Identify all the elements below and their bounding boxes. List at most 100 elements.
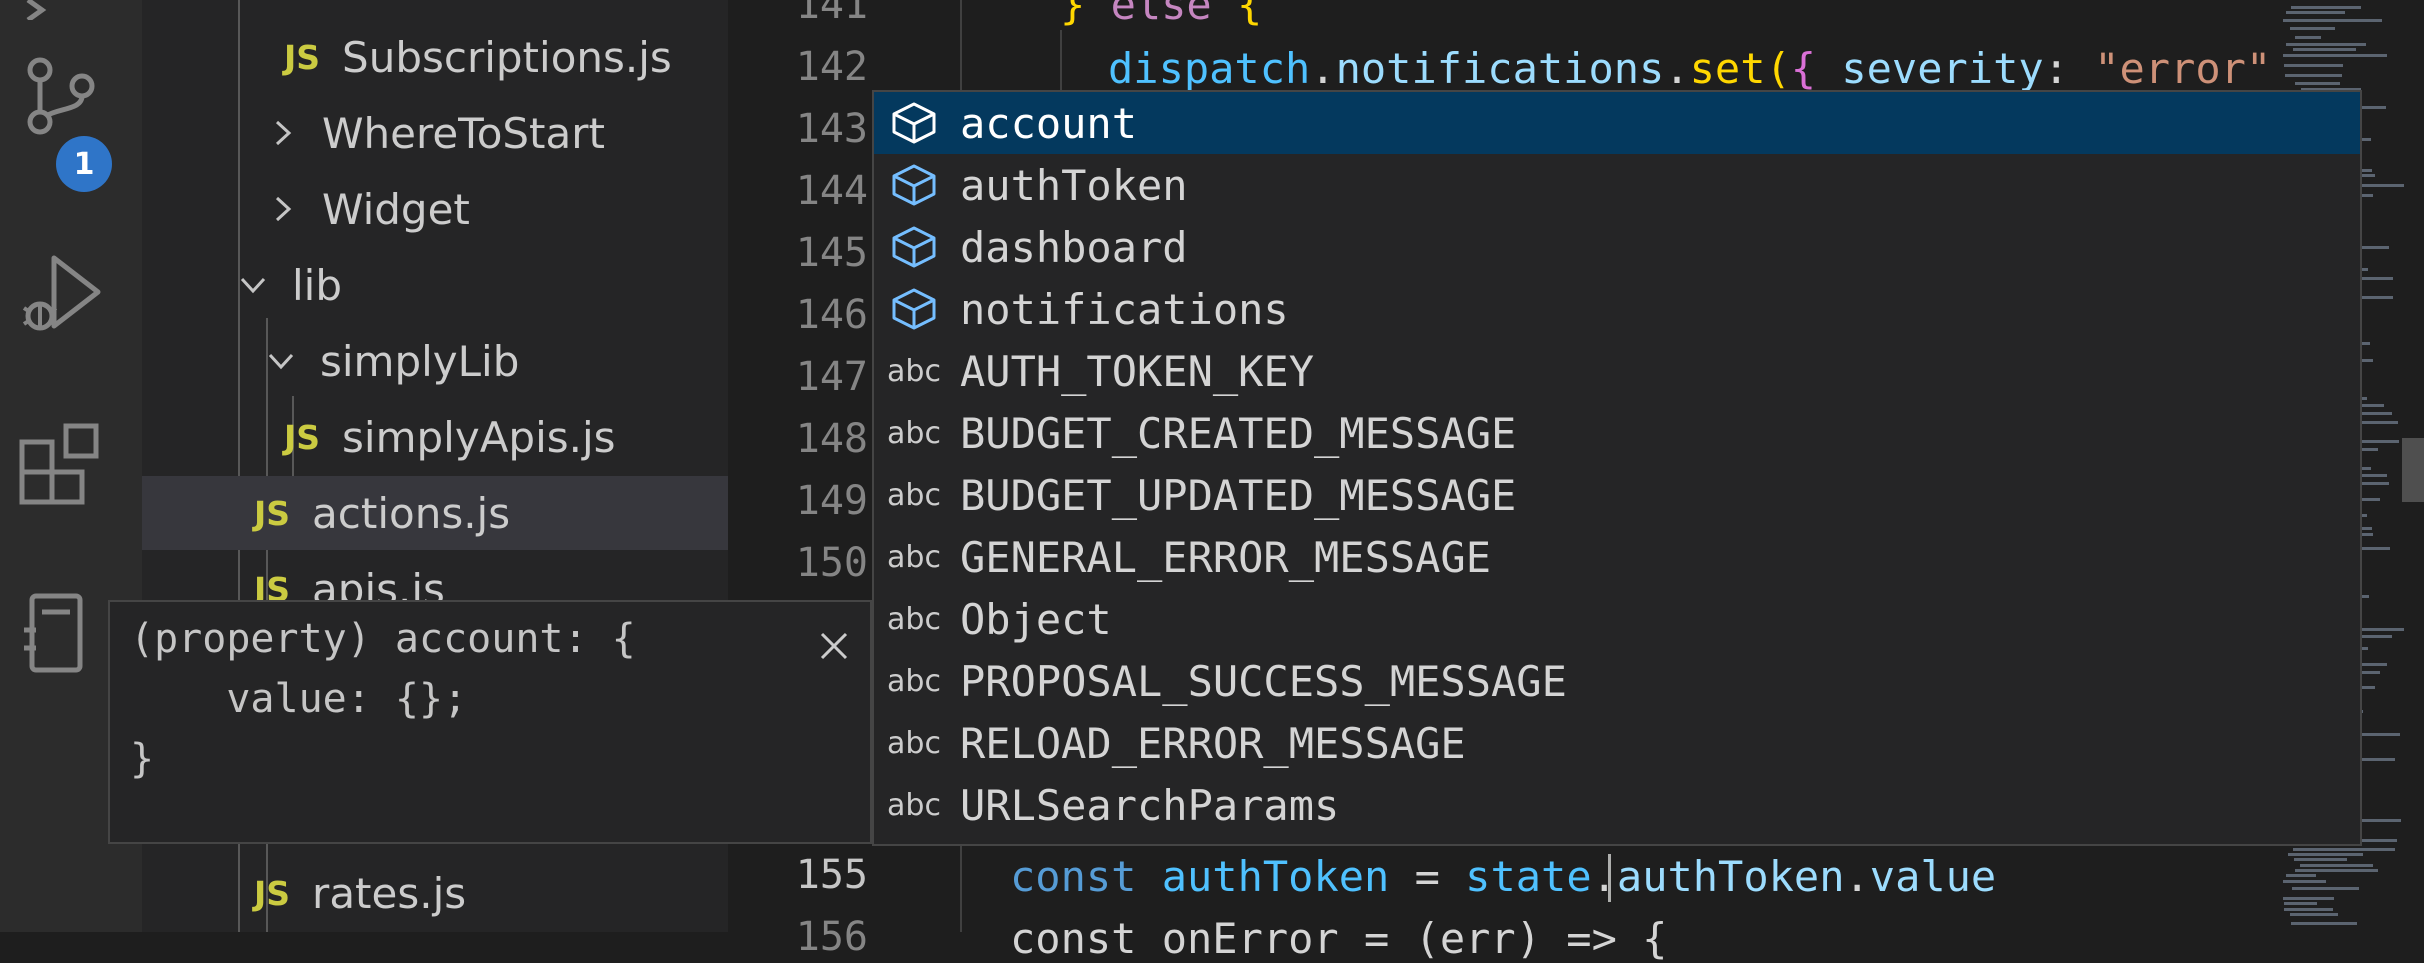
code-line-155: const authToken = state.authToken.value <box>1010 852 1997 901</box>
tree-label: Widget <box>322 184 470 234</box>
tree-folder-lib[interactable]: lib <box>142 248 728 322</box>
symbol-property-icon <box>886 287 942 331</box>
run-debug-icon[interactable] <box>18 250 104 336</box>
line-number: 149 <box>795 478 868 524</box>
source-control-icon[interactable] <box>18 52 104 138</box>
minimap-line <box>2291 6 2361 9</box>
minimap-line <box>2295 82 2340 85</box>
suggest-item[interactable]: dashboard <box>874 216 2360 278</box>
suggest-widget: account authToken dashboard notification… <box>872 90 2362 846</box>
minimap-line <box>2294 858 2347 861</box>
symbol-property-icon <box>886 163 942 207</box>
text-kind-icon: abc <box>887 539 941 575</box>
hover-line: value: {}; <box>130 676 468 722</box>
line-number: 143 <box>795 106 868 152</box>
minimap-line <box>2285 74 2342 77</box>
tree-folder-simplylib[interactable]: simplyLib <box>142 324 728 398</box>
scm-badge: 1 <box>56 136 112 192</box>
minimap-line <box>2293 48 2356 51</box>
line-number: 150 <box>795 540 868 586</box>
minimap-line <box>2290 913 2338 916</box>
suggest-item[interactable]: abc URLSearchParams <box>874 774 2360 836</box>
tree-folder-wheretostart[interactable]: WhereToStart <box>142 96 728 170</box>
code-line-142: dispatch.notifications.set({ severity: "… <box>1108 44 2297 93</box>
suggest-item[interactable]: authToken <box>874 154 2360 216</box>
chevron-down-icon <box>240 277 266 294</box>
minimap-line <box>2295 36 2321 39</box>
minimap-line <box>2300 864 2373 867</box>
notebook-icon[interactable] <box>18 590 104 676</box>
line-number: 144 <box>795 168 868 214</box>
chevron-right-icon <box>275 196 292 222</box>
tree-file-rates[interactable]: JS rates.js <box>142 856 728 930</box>
chevron-right-icon <box>275 120 292 146</box>
line-number: 147 <box>795 354 868 400</box>
line-number: 142 <box>795 44 868 90</box>
suggest-item[interactable]: abc BUDGET_CREATED_MESSAGE <box>874 402 2360 464</box>
minimap-line <box>2284 64 2343 67</box>
tree-label: simplyApis.js <box>342 412 616 462</box>
suggest-item[interactable]: abc AUTH_TOKEN_KEY <box>874 340 2360 402</box>
close-icon[interactable] <box>816 628 852 664</box>
tree-label: WhereToStart <box>322 108 605 158</box>
suggest-item[interactable]: abc PROPOSAL_SUCCESS_MESSAGE <box>874 650 2360 712</box>
line-number: 141 <box>795 0 868 28</box>
symbol-property-icon <box>886 101 942 145</box>
suggest-item[interactable]: abc GENERAL_ERROR_MESSAGE <box>874 526 2360 588</box>
js-file-icon: JS <box>254 493 291 533</box>
line-number: 145 <box>795 230 868 276</box>
tree-folder-widget[interactable]: Widget <box>142 172 728 246</box>
text-kind-icon: abc <box>887 415 941 451</box>
minimap-line <box>2290 27 2335 30</box>
minimap-line <box>2284 908 2333 911</box>
tree-file-subscriptions[interactable]: JS Subscriptions.js <box>142 20 728 94</box>
suggest-item[interactable]: notifications <box>874 278 2360 340</box>
explorer-icon[interactable] <box>18 0 104 23</box>
minimap-line <box>2284 902 2317 905</box>
minimap-line <box>2291 922 2357 925</box>
extensions-icon[interactable] <box>18 420 104 506</box>
js-file-icon: JS <box>284 417 321 457</box>
tree-label: Subscriptions.js <box>342 32 672 82</box>
code-line-156: const onError = (err) => { <box>1010 914 1668 963</box>
suggest-item[interactable]: abc BUDGET_UPDATED_MESSAGE <box>874 464 2360 526</box>
text-kind-icon: abc <box>887 725 941 761</box>
minimap-line <box>2295 869 2378 872</box>
line-number: 146 <box>795 292 868 338</box>
minimap-line <box>2283 19 2382 22</box>
suggest-item[interactable]: abc Object <box>874 588 2360 650</box>
text-cursor <box>1608 854 1611 902</box>
minimap-line <box>2293 848 2395 851</box>
tree-file-simplyapis[interactable]: JS simplyApis.js <box>142 400 728 474</box>
minimap-line <box>2283 897 2334 900</box>
tree-label: rates.js <box>312 868 467 918</box>
hover-line: (property) account: { <box>130 616 636 662</box>
minimap-line <box>2286 11 2345 14</box>
minimap-line <box>2283 880 2326 883</box>
minimap-line <box>2288 853 2363 856</box>
minimap-line <box>2283 54 2387 57</box>
minimap-slider[interactable] <box>2402 438 2424 502</box>
minimap-line <box>2286 874 2316 877</box>
chevron-down-icon <box>268 353 294 370</box>
text-kind-icon: abc <box>887 353 941 389</box>
text-kind-icon: abc <box>887 663 941 699</box>
indent-guide <box>1060 30 1062 92</box>
tree-label: lib <box>292 260 342 310</box>
js-file-icon: JS <box>254 873 291 913</box>
js-file-icon: JS <box>284 37 321 77</box>
text-kind-icon: abc <box>887 787 941 823</box>
line-number: 156 <box>795 914 868 960</box>
text-kind-icon: abc <box>887 601 941 637</box>
tree-file-actions[interactable]: JS actions.js <box>142 476 728 550</box>
suggest-item[interactable]: abc RELOAD_ERROR_MESSAGE <box>874 712 2360 774</box>
hover-tooltip: (property) account: { value: {}; } <box>108 600 872 844</box>
symbol-property-icon <box>886 225 942 269</box>
text-kind-icon: abc <box>887 477 941 513</box>
tree-label: actions.js <box>312 488 511 538</box>
minimap-line <box>2292 887 2359 890</box>
minimap-line <box>2286 43 2366 46</box>
line-number: 148 <box>795 416 868 462</box>
suggest-item[interactable]: account <box>874 92 2360 154</box>
hover-line: } <box>130 736 155 782</box>
